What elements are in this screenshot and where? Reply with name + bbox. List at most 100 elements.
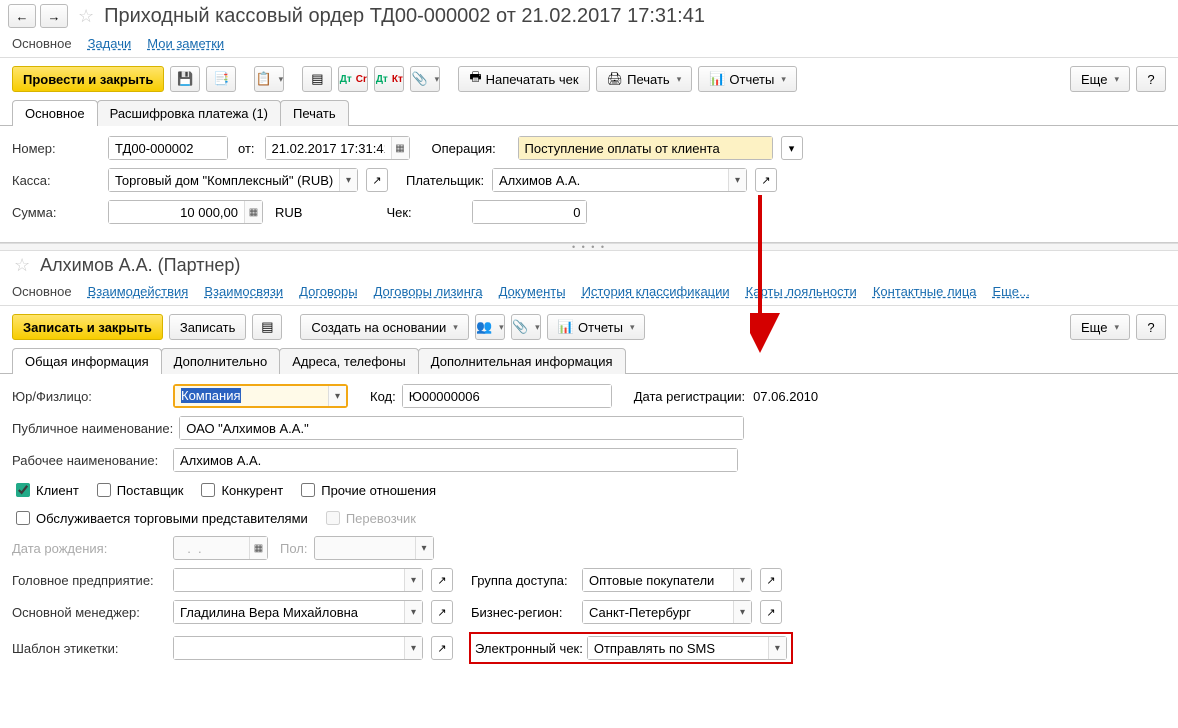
print-check-button[interactable]: 🖶 Напечатать чек	[458, 66, 589, 92]
bnav-interactions[interactable]: Взаимодействия	[88, 284, 189, 299]
write-button[interactable]: Записать	[169, 314, 247, 340]
bnav-documents[interactable]: Документы	[499, 284, 566, 299]
cb-client[interactable]: Клиент	[12, 480, 79, 500]
bnav-leasing[interactable]: Договоры лизинга	[374, 284, 483, 299]
tab-main[interactable]: Основное	[12, 100, 98, 126]
post-and-close-button[interactable]: Провести и закрыть	[12, 66, 164, 92]
region-input[interactable]	[583, 601, 733, 623]
group-label: Группа доступа:	[471, 573, 576, 588]
write-close-button[interactable]: Записать и закрыть	[12, 314, 163, 340]
cb-other[interactable]: Прочие отношения	[297, 480, 436, 500]
reports-button-2[interactable]: 📊 Отчеты	[547, 314, 646, 340]
headorg-open[interactable]: ↗	[431, 568, 453, 592]
bnav-contacts[interactable]: Контактные лица	[873, 284, 977, 299]
operation-label: Операция:	[432, 141, 512, 156]
sum-input[interactable]	[109, 201, 244, 223]
code-input[interactable]	[403, 385, 611, 407]
bnav-contracts[interactable]: Договоры	[299, 284, 357, 299]
group-open[interactable]: ↗	[760, 568, 782, 592]
calculator-icon[interactable]: ▦	[244, 201, 262, 223]
number-input[interactable]	[109, 137, 227, 159]
bnav-more[interactable]: Еще...	[993, 284, 1030, 299]
payer-input[interactable]	[493, 169, 728, 191]
cb-supplier[interactable]: Поставщик	[93, 480, 184, 500]
nav-forward-button[interactable]: →	[40, 4, 68, 28]
echeck-frame: Электронный чек: ▾	[469, 632, 793, 664]
region-label: Бизнес-регион:	[471, 605, 576, 620]
bnav-history[interactable]: История классификации	[582, 284, 730, 299]
btab-extra[interactable]: Дополнительная информация	[418, 348, 626, 374]
more-button[interactable]: Еще	[1070, 66, 1130, 92]
group-dropdown[interactable]: ▾	[733, 569, 751, 591]
bnav-main[interactable]: Основное	[12, 284, 72, 299]
save-button[interactable]: 💾	[170, 66, 200, 92]
tab-decipher[interactable]: Расшифровка платежа (1)	[97, 100, 281, 126]
workname-input[interactable]	[174, 449, 737, 471]
favorite-star-icon-2[interactable]: ☆	[14, 255, 30, 276]
bnav-loyalty[interactable]: Карты лояльности	[746, 284, 857, 299]
payer-dropdown[interactable]: ▾	[728, 169, 746, 191]
manager-input[interactable]	[174, 601, 404, 623]
splitter[interactable]: • • • •	[0, 243, 1178, 251]
payer-open[interactable]: ↗	[755, 168, 777, 192]
template-open[interactable]: ↗	[431, 636, 453, 660]
template-input[interactable]	[174, 637, 404, 659]
regdate-value: 07.06.2010	[753, 389, 818, 404]
btab-general[interactable]: Общая информация	[12, 348, 162, 374]
type-label: Юр/Физлицо:	[12, 389, 167, 404]
file-button[interactable]: ▤	[252, 314, 282, 340]
reports-button[interactable]: 📊 Отчеты	[698, 66, 797, 92]
operation-dropdown[interactable]: ▾	[781, 136, 803, 160]
list-button[interactable]: ▤	[302, 66, 332, 92]
attach-button[interactable]: 📎	[410, 66, 440, 92]
calendar-icon[interactable]: ▦	[391, 137, 409, 159]
sum-label: Сумма:	[12, 205, 102, 220]
cash-input[interactable]	[109, 169, 339, 191]
template-label: Шаблон этикетки:	[12, 641, 167, 656]
post-button[interactable]: 📑	[206, 66, 236, 92]
date-input[interactable]	[266, 137, 391, 159]
pubname-input[interactable]	[180, 417, 743, 439]
users-button[interactable]: 👥	[475, 314, 505, 340]
print-button[interactable]: 🖨 Печать	[596, 66, 693, 92]
bnav-relations[interactable]: Взаимосвязи	[204, 284, 283, 299]
headorg-input[interactable]	[174, 569, 404, 591]
gender-dropdown: ▾	[415, 537, 433, 559]
template-dropdown[interactable]: ▾	[404, 637, 422, 659]
nav-back-button[interactable]: ←	[8, 4, 36, 28]
cb-competitor[interactable]: Конкурент	[197, 480, 283, 500]
more-button-2[interactable]: Еще	[1070, 314, 1130, 340]
pubname-label: Публичное наименование:	[12, 421, 173, 436]
favorite-star-icon[interactable]: ☆	[78, 6, 94, 27]
cb-served[interactable]: Обслуживается торговыми представителями	[12, 508, 308, 528]
help-button[interactable]: ?	[1136, 66, 1166, 92]
manager-open[interactable]: ↗	[431, 600, 453, 624]
cash-dropdown[interactable]: ▾	[339, 169, 357, 191]
nav-main[interactable]: Основное	[12, 36, 72, 51]
headorg-dropdown[interactable]: ▾	[404, 569, 422, 591]
operation-input[interactable]	[519, 137, 772, 159]
echeck-input[interactable]	[588, 637, 768, 659]
manager-dropdown[interactable]: ▾	[404, 601, 422, 623]
copy-button[interactable]: 📋	[254, 66, 284, 92]
group-input[interactable]	[583, 569, 733, 591]
region-open[interactable]: ↗	[760, 600, 782, 624]
regdate-label: Дата регистрации:	[634, 389, 745, 404]
tab-print[interactable]: Печать	[280, 100, 349, 126]
btab-additional[interactable]: Дополнительно	[161, 348, 281, 374]
dtkt-button[interactable]: ДтКт	[374, 66, 404, 92]
create-based-button[interactable]: Создать на основании	[300, 314, 468, 340]
cb-carrier: Перевозчик	[322, 508, 416, 528]
echeck-dropdown[interactable]: ▾	[768, 637, 786, 659]
check-input[interactable]	[473, 201, 586, 223]
dtcr-button[interactable]: ДтCr	[338, 66, 368, 92]
nav-tasks[interactable]: Задачи	[88, 36, 132, 51]
region-dropdown[interactable]: ▾	[733, 601, 751, 623]
cash-open[interactable]: ↗	[366, 168, 388, 192]
type-input[interactable]: Компания	[175, 386, 328, 406]
btab-addresses[interactable]: Адреса, телефоны	[279, 348, 419, 374]
help-button-2[interactable]: ?	[1136, 314, 1166, 340]
type-dropdown[interactable]: ▾	[328, 386, 346, 406]
attach-button-2[interactable]: 📎	[511, 314, 541, 340]
nav-notes[interactable]: Мои заметки	[147, 36, 224, 51]
